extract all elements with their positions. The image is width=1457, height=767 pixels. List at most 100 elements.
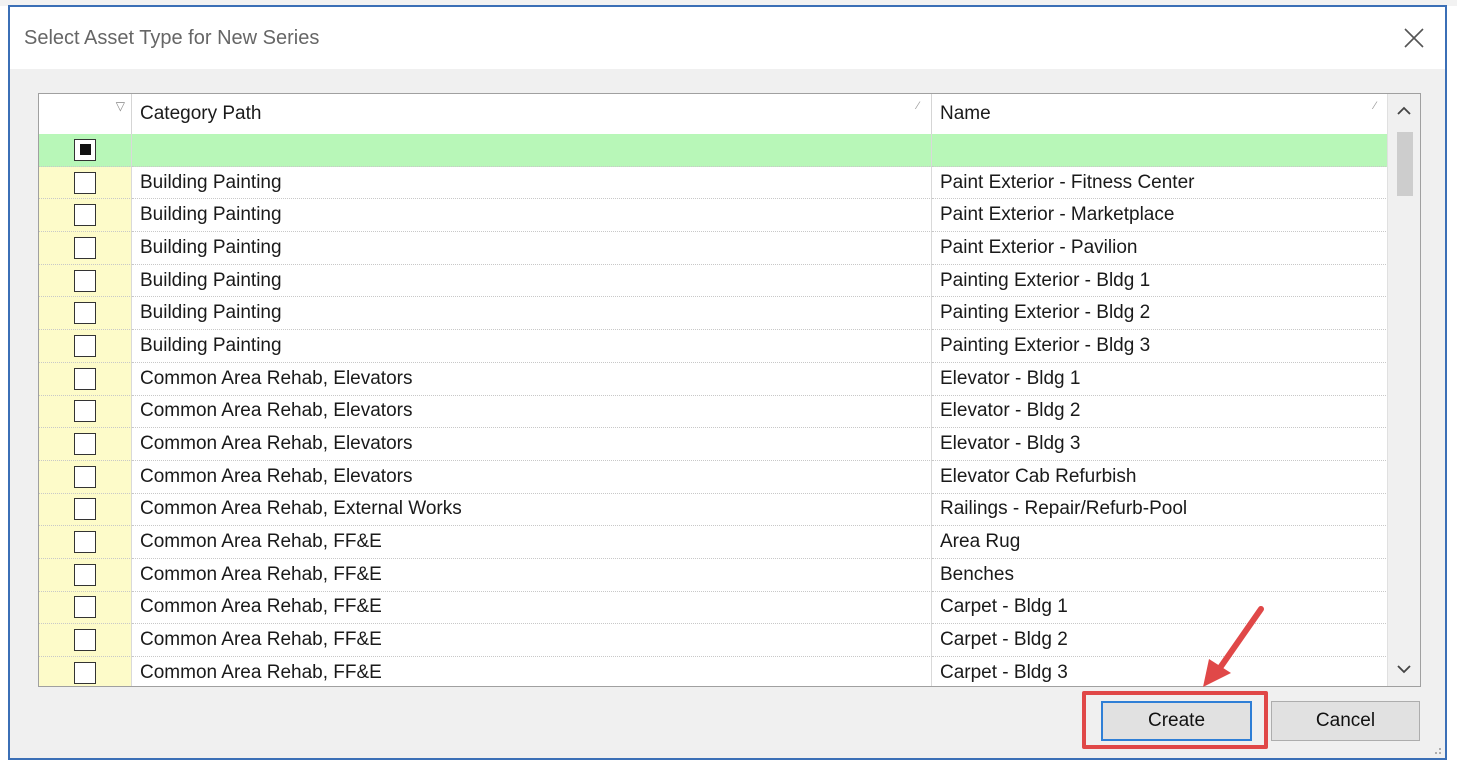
name-cell[interactable]: Elevator - Bldg 3: [932, 428, 1388, 461]
name-cell[interactable]: Elevator - Bldg 2: [932, 396, 1388, 429]
row-checkbox[interactable]: [74, 204, 96, 227]
scrollbar-thumb[interactable]: [1397, 132, 1413, 196]
table-row[interactable]: Common Area Rehab, FF&E Carpet - Bldg 2: [39, 624, 1388, 657]
select-cell: [39, 166, 132, 200]
row-checkbox[interactable]: [74, 433, 96, 456]
table-row[interactable]: Common Area Rehab, FF&E Area Rug: [39, 526, 1388, 559]
new-row-name-cell[interactable]: [932, 134, 1388, 167]
table-row[interactable]: Building Painting Paint Exterior - Fitnes…: [39, 166, 1388, 200]
column-header-label: Category Path: [140, 103, 262, 124]
dialog-title: Select Asset Type for New Series: [24, 27, 320, 49]
scroll-down-button[interactable]: [1388, 652, 1420, 686]
category-path-cell[interactable]: Common Area Rehab, Elevators: [132, 362, 932, 396]
select-cell: [39, 428, 132, 461]
name-cell[interactable]: Carpet - Bldg 1: [932, 592, 1388, 625]
table-row[interactable]: Common Area Rehab, FF&E Benches: [39, 558, 1388, 592]
select-cell: [39, 330, 132, 363]
category-path-cell[interactable]: Building Painting: [132, 330, 932, 363]
name-cell[interactable]: Paint Exterior - Marketplace: [932, 199, 1388, 233]
name-cell[interactable]: Painting Exterior - Bldg 1: [932, 265, 1388, 298]
table-row[interactable]: Common Area Rehab, FF&E Carpet - Bldg 1: [39, 591, 1388, 625]
row-checkbox[interactable]: [74, 269, 96, 292]
column-header-label: Name: [940, 103, 991, 124]
column-header-select[interactable]: ▽: [39, 94, 132, 134]
row-checkbox[interactable]: [74, 531, 96, 554]
category-path-cell[interactable]: Building Painting: [132, 297, 932, 331]
row-checkbox[interactable]: [74, 629, 96, 652]
name-cell[interactable]: Paint Exterior - Pavilion: [932, 232, 1388, 265]
table-row[interactable]: Building Painting Painting Exterior - Bld…: [39, 297, 1388, 331]
vertical-scrollbar[interactable]: [1387, 94, 1420, 686]
category-path-cell[interactable]: Building Painting: [132, 199, 932, 233]
name-cell[interactable]: Elevator - Bldg 1: [932, 363, 1388, 396]
table-row[interactable]: Building Painting Paint Exterior - Market…: [39, 199, 1388, 233]
select-cell: [39, 232, 132, 265]
name-cell[interactable]: Painting Exterior - Bldg 2: [932, 297, 1388, 331]
name-cell[interactable]: Painting Exterior - Bldg 3: [932, 330, 1388, 363]
name-cell[interactable]: Carpet - Bldg 3: [932, 657, 1388, 686]
name-cell[interactable]: Benches: [932, 559, 1388, 592]
category-path-cell[interactable]: Common Area Rehab, FF&E: [132, 591, 932, 625]
row-checkbox[interactable]: [74, 400, 96, 423]
sort-indicator-icon: ⁄: [1374, 100, 1376, 112]
name-cell[interactable]: Railings - Repair/Refurb-Pool: [932, 494, 1388, 527]
title-bar: Select Asset Type for New Series: [10, 7, 1445, 69]
table-row[interactable]: Building Painting Paint Exterior - Pavili…: [39, 232, 1388, 265]
row-checkbox[interactable]: [74, 563, 96, 586]
select-cell: [39, 460, 132, 494]
select-all-checkbox[interactable]: [74, 138, 96, 161]
resize-grip-icon[interactable]: [1430, 743, 1442, 755]
arrow-icon: [1203, 606, 1264, 687]
new-row[interactable]: [39, 134, 1388, 167]
select-all-cell: [39, 134, 132, 167]
row-checkbox[interactable]: [74, 465, 96, 488]
row-checkbox[interactable]: [74, 596, 96, 619]
category-path-cell[interactable]: Common Area Rehab, FF&E: [132, 558, 932, 592]
table-row[interactable]: Building Painting Painting Exterior - Bld…: [39, 264, 1388, 298]
table-row[interactable]: Common Area Rehab, Elevators Elevator Cab…: [39, 460, 1388, 494]
scroll-up-button[interactable]: [1388, 94, 1420, 128]
category-path-cell[interactable]: Building Painting: [132, 264, 932, 298]
table-row[interactable]: Building Painting Painting Exterior - Bld…: [39, 330, 1388, 363]
table-row[interactable]: Common Area Rehab, Elevators Elevator - B…: [39, 395, 1388, 429]
column-header-name[interactable]: Name ⁄: [932, 94, 1388, 134]
grid-header: ▽ Category Path ⁄ Name ⁄: [39, 94, 1388, 135]
filter-icon[interactable]: ▽: [116, 98, 125, 114]
asset-type-grid[interactable]: ▽ Category Path ⁄ Name ⁄ Building Painti…: [38, 93, 1421, 687]
grid-rows: Building Painting Paint Exterior - Fitnes…: [39, 134, 1388, 686]
name-cell[interactable]: Elevator Cab Refurbish: [932, 461, 1388, 494]
category-path-cell[interactable]: Common Area Rehab, Elevators: [132, 395, 932, 429]
name-cell[interactable]: Area Rug: [932, 526, 1388, 559]
select-cell: [39, 362, 132, 396]
name-cell[interactable]: Paint Exterior - Fitness Center: [932, 167, 1388, 200]
table-row[interactable]: Common Area Rehab, External Works Railing…: [39, 493, 1388, 527]
row-checkbox[interactable]: [74, 498, 96, 521]
row-checkbox[interactable]: [74, 236, 96, 259]
category-path-cell[interactable]: Common Area Rehab, FF&E: [132, 526, 932, 559]
category-path-cell[interactable]: Building Painting: [132, 166, 932, 200]
select-cell: [39, 395, 132, 429]
name-cell[interactable]: Carpet - Bldg 2: [932, 624, 1388, 657]
category-path-cell[interactable]: Common Area Rehab, FF&E: [132, 624, 932, 657]
row-checkbox[interactable]: [74, 334, 96, 357]
close-button[interactable]: [1383, 7, 1445, 69]
select-cell: [39, 297, 132, 331]
category-path-cell[interactable]: Common Area Rehab, FF&E: [132, 657, 932, 686]
category-path-cell[interactable]: Building Painting: [132, 232, 932, 265]
sort-indicator-icon: ⁄: [917, 100, 919, 112]
category-path-cell[interactable]: Common Area Rehab, Elevators: [132, 460, 932, 494]
table-row[interactable]: Common Area Rehab, Elevators Elevator - B…: [39, 362, 1388, 396]
cancel-button[interactable]: Cancel: [1271, 701, 1420, 741]
select-cell: [39, 199, 132, 233]
row-checkbox[interactable]: [74, 171, 96, 194]
category-path-cell[interactable]: Common Area Rehab, Elevators: [132, 428, 932, 461]
row-checkbox[interactable]: [74, 661, 96, 684]
category-path-cell[interactable]: Common Area Rehab, External Works: [132, 493, 932, 527]
table-row[interactable]: Common Area Rehab, FF&E Carpet - Bldg 3: [39, 657, 1388, 686]
column-header-category-path[interactable]: Category Path ⁄: [132, 94, 932, 134]
new-row-category-cell[interactable]: [132, 134, 932, 167]
row-checkbox[interactable]: [74, 367, 96, 390]
select-cell: [39, 657, 132, 686]
row-checkbox[interactable]: [74, 302, 96, 325]
table-row[interactable]: Common Area Rehab, Elevators Elevator - B…: [39, 428, 1388, 461]
